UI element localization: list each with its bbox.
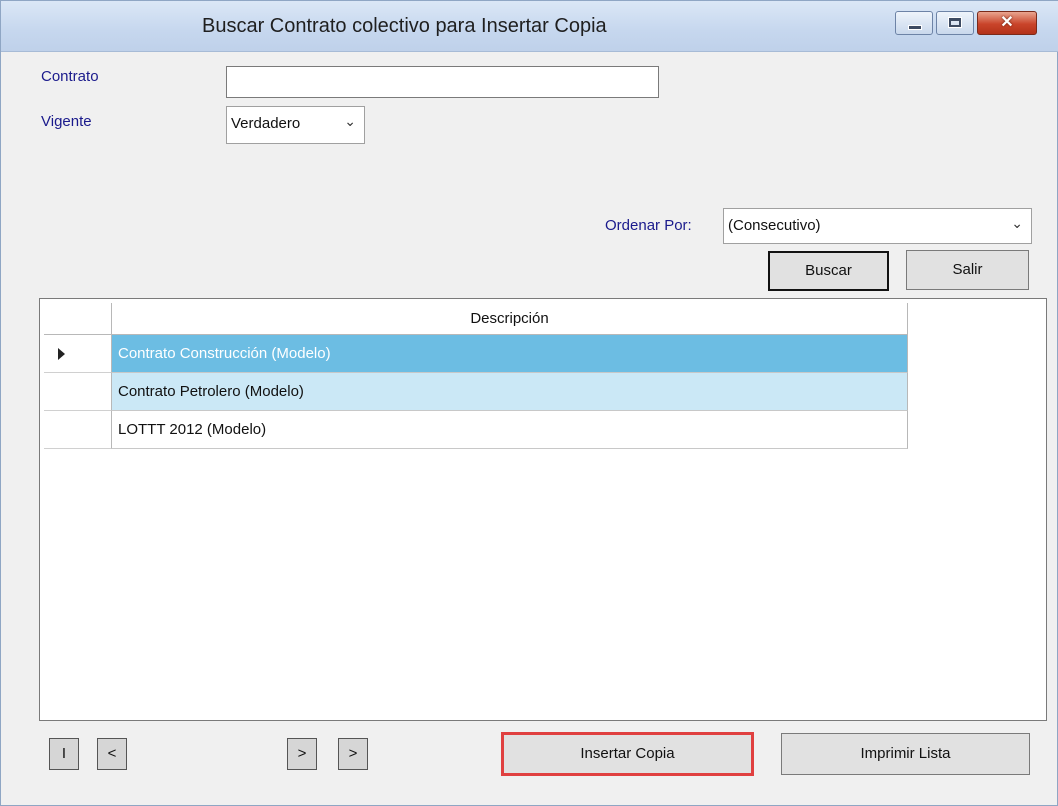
dialog-window: Buscar Contrato colectivo para Insertar …	[0, 0, 1058, 806]
table-cell[interactable]: Contrato Construcción (Modelo)	[112, 335, 908, 373]
imprimir-lista-button[interactable]: Imprimir Lista	[781, 733, 1030, 775]
current-row-pointer-icon	[58, 348, 65, 360]
chevron-down-icon: ⌄	[1011, 215, 1023, 231]
close-button[interactable]: ✕	[977, 11, 1037, 35]
ordenar-select[interactable]: (Consecutivo) ⌄	[723, 208, 1032, 244]
table-row[interactable]: LOTTT 2012 (Modelo)	[44, 411, 908, 449]
maximize-icon	[948, 17, 962, 28]
vigente-select[interactable]: Verdadero ⌄	[226, 106, 365, 144]
vigente-label: Vigente	[41, 113, 92, 130]
previous-record-button[interactable]: <	[97, 738, 127, 770]
chevron-down-icon: ⌄	[344, 113, 356, 129]
row-header[interactable]	[44, 373, 112, 411]
table-row[interactable]: Contrato Construcción (Modelo)	[44, 335, 908, 373]
table-cell[interactable]: LOTTT 2012 (Modelo)	[112, 411, 908, 449]
window-title: Buscar Contrato colectivo para Insertar …	[202, 15, 607, 37]
imprimir-lista-label: Imprimir Lista	[860, 745, 951, 762]
salir-button[interactable]: Salir	[906, 250, 1029, 290]
ordenar-label: Ordenar Por:	[605, 217, 692, 234]
last-record-button[interactable]: >	[338, 738, 368, 770]
column-header-descripcion[interactable]: Descripción	[112, 303, 908, 335]
contrato-input[interactable]	[226, 66, 659, 98]
next-record-button[interactable]: >	[287, 738, 317, 770]
buscar-button[interactable]: Buscar	[768, 251, 889, 291]
buscar-button-label: Buscar	[805, 262, 852, 279]
insertar-copia-button[interactable]: Insertar Copia	[501, 732, 754, 776]
title-bar[interactable]: Buscar Contrato colectivo para Insertar …	[1, 1, 1058, 52]
minimize-button[interactable]	[895, 11, 933, 35]
contrato-label: Contrato	[41, 68, 99, 85]
ordenar-select-value: (Consecutivo)	[728, 217, 821, 234]
vigente-select-value: Verdadero	[231, 115, 301, 132]
row-header[interactable]	[44, 411, 112, 449]
grid-header-corner	[44, 303, 112, 335]
maximize-button[interactable]	[936, 11, 974, 35]
contracts-grid[interactable]: Descripción Contrato Construcción (Model…	[39, 298, 1047, 721]
table-row[interactable]: Contrato Petrolero (Modelo)	[44, 373, 908, 411]
table-cell[interactable]: Contrato Petrolero (Modelo)	[112, 373, 908, 411]
minimize-icon	[908, 25, 922, 30]
close-icon: ✕	[1000, 14, 1014, 31]
first-record-button[interactable]: I	[49, 738, 79, 770]
salir-button-label: Salir	[952, 261, 983, 278]
row-header[interactable]	[44, 335, 112, 373]
insertar-copia-label: Insertar Copia	[580, 745, 675, 762]
